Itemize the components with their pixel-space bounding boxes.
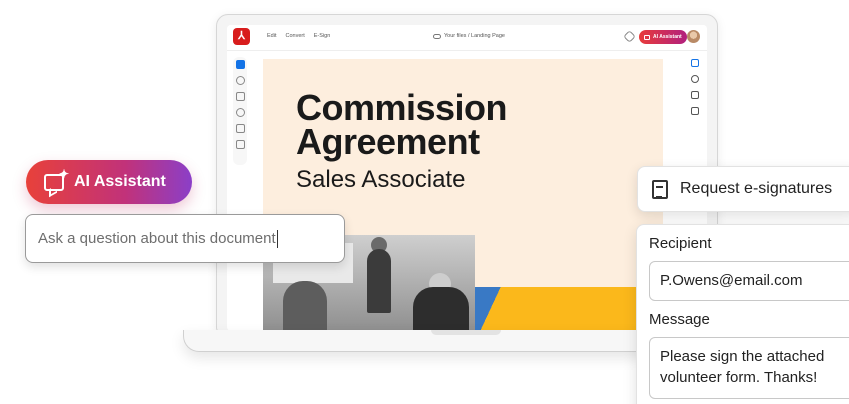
menu-edit[interactable]: Edit xyxy=(267,33,276,39)
laptop-notch xyxy=(431,330,501,335)
document-title: Commission Agreement xyxy=(296,87,508,162)
right-tool-rail xyxy=(689,59,701,115)
left-tool-rail xyxy=(233,57,247,165)
grid-panel-icon[interactable] xyxy=(691,107,699,115)
ai-sparkle-chat-icon: ✦ xyxy=(44,168,69,191)
ask-question-placeholder: Ask a question about this document xyxy=(38,230,276,247)
document-title-line-2: Agreement xyxy=(296,121,480,162)
esign-form: Recipient P.Owens@email.com Message Plea… xyxy=(636,224,849,404)
request-esignatures-button[interactable]: Request e-signatures xyxy=(637,166,849,212)
stage: ⅄ Edit Convert E-Sign Your files / Landi… xyxy=(0,0,849,404)
app-topbar: ⅄ Edit Convert E-Sign Your files / Landi… xyxy=(227,25,707,51)
breadcrumb-text[interactable]: Your files / Landing Page xyxy=(444,33,505,39)
edit-panel-icon[interactable] xyxy=(691,59,699,67)
ai-chat-icon xyxy=(644,34,650,40)
ai-assistant-toolbar-label: AI Assistant xyxy=(653,34,682,40)
cloud-icon xyxy=(433,33,441,39)
document-sign-icon xyxy=(652,179,668,199)
avatar[interactable] xyxy=(687,30,700,43)
recipient-label: Recipient xyxy=(649,235,712,252)
pages-panel-icon[interactable] xyxy=(691,91,699,99)
menu-convert[interactable]: Convert xyxy=(285,33,304,39)
ai-assistant-toolbar-button[interactable]: AI Assistant xyxy=(639,30,687,44)
document-page: Commission Agreement Sales Associate xyxy=(263,59,663,331)
blue-accent-shape xyxy=(475,287,505,331)
menu-esign[interactable]: E-Sign xyxy=(314,33,331,39)
app-window: ⅄ Edit Convert E-Sign Your files / Landi… xyxy=(227,25,707,331)
main-menu: Edit Convert E-Sign xyxy=(267,33,330,39)
ask-question-input[interactable]: Ask a question about this document xyxy=(25,214,345,263)
recipient-field[interactable]: P.Owens@email.com xyxy=(649,261,849,301)
document-title-line-1: Commission xyxy=(296,87,508,128)
zoom-tool-icon[interactable] xyxy=(235,76,245,85)
text-tool-icon[interactable] xyxy=(235,124,245,133)
breadcrumb: Your files / Landing Page xyxy=(433,33,505,39)
link-icon[interactable] xyxy=(623,30,636,43)
acrobat-logo-icon[interactable]: ⅄ xyxy=(233,28,250,45)
comments-panel-icon[interactable] xyxy=(691,75,699,83)
message-field[interactable]: Please sign the attached volunteer form.… xyxy=(649,337,849,399)
stamp-tool-icon[interactable] xyxy=(235,140,245,149)
ai-assistant-label: AI Assistant xyxy=(74,173,166,190)
request-esignatures-label: Request e-signatures xyxy=(680,180,833,197)
select-tool-icon[interactable] xyxy=(235,60,245,69)
photo-person-seated-left xyxy=(283,281,327,331)
document-subtitle: Sales Associate xyxy=(296,166,466,193)
ai-assistant-button[interactable]: ✦ AI Assistant xyxy=(26,160,192,204)
photo-person-seated-right xyxy=(413,287,469,331)
comment-tool-icon[interactable] xyxy=(235,108,245,117)
text-cursor xyxy=(276,229,278,248)
message-label: Message xyxy=(649,311,710,328)
photo-person-standing xyxy=(367,249,391,313)
draw-tool-icon[interactable] xyxy=(235,92,245,101)
